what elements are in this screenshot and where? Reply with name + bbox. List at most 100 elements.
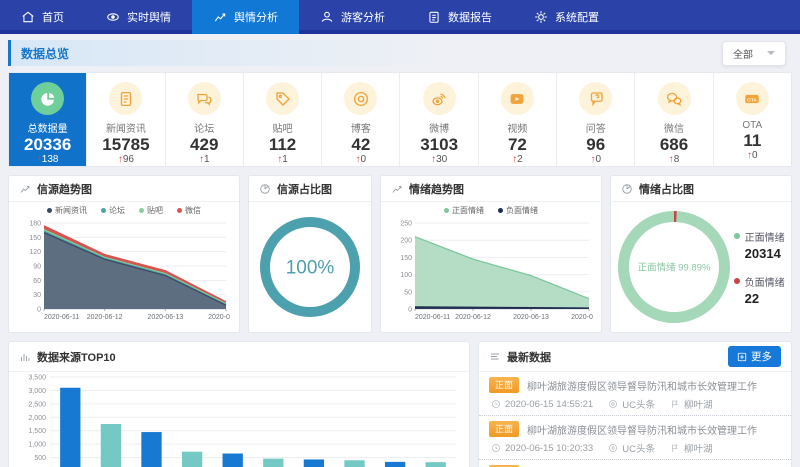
news-location: 柳叶湖 (684, 397, 713, 411)
news-title[interactable]: 柳叶湖旅游度假区领导督导防汛和城市长效管理工作 (527, 378, 757, 393)
news-title[interactable]: 柳叶湖旅游度假区领导督导防汛和城市长效管理工作 (527, 422, 757, 437)
legend-item[interactable]: 正面情绪 (444, 205, 484, 216)
list-item[interactable]: 正面 柳叶湖旅游度假区领导督导防汛和城市长效管理工作 2020-06-15 10… (479, 416, 791, 460)
panel-title: 信源占比图 (277, 181, 332, 197)
question-answer-icon (587, 90, 605, 108)
stat-value: 96 (586, 135, 605, 154)
stat-delta: 1 (282, 154, 288, 165)
legend-item[interactable]: 论坛 (101, 205, 125, 216)
svg-text:250: 250 (400, 221, 412, 228)
svg-text:2020-06-11: 2020-06-11 (415, 314, 450, 321)
more-button[interactable]: 更多 (728, 346, 781, 367)
panel-title: 信源趋势图 (37, 181, 92, 197)
stat-delta: 96 (123, 154, 134, 165)
stat-delta: 30 (436, 154, 447, 165)
sentiment-share-legend: 正面情绪 20314 负面情绪 22 (734, 229, 785, 306)
bottom-panels-row: 数据来源TOP10 05001,0001,5002,0002,5003,0003… (8, 341, 792, 467)
svg-text:500: 500 (34, 455, 46, 462)
nav-item-settings[interactable]: 系统配置 (513, 0, 620, 34)
stat-card-blog[interactable]: 博客 42 ↑0 (322, 73, 400, 166)
svg-text:2020-06-11: 2020-06-11 (44, 314, 79, 321)
nav-label: 系统配置 (555, 9, 599, 25)
stat-card-news[interactable]: 新闻资讯 15785 ↑96 (87, 73, 165, 166)
svg-text:OTA: OTA (747, 97, 757, 103)
nav-label: 实时舆情 (127, 9, 171, 25)
video-play-icon (508, 90, 526, 108)
panel-latest-data: 最新数据 更多 正面 柳叶湖旅游度假区领导督导防汛和城市长效管理工作 2020-… (478, 341, 792, 467)
top10-bar-chart: 05001,0001,5002,0002,5003,0003,500新浪微博百家… (16, 372, 462, 467)
stat-delta: 0 (361, 154, 367, 165)
panel-title: 情绪趋势图 (409, 181, 464, 197)
nav-item-report[interactable]: 数据报告 (406, 0, 513, 34)
middle-panels-row: 信源趋势图 新闻资讯论坛贴吧微信 03060901201501802020-06… (8, 175, 792, 333)
news-source: UC头条 (622, 397, 655, 411)
source-icon (608, 399, 618, 409)
stat-card-tieba[interactable]: 贴吧 112 ↑1 (244, 73, 322, 166)
stat-label: 视频 (507, 120, 527, 135)
pie-icon (621, 183, 633, 195)
svg-text:2020-06-13: 2020-06-13 (513, 314, 549, 321)
panel-top10: 数据来源TOP10 05001,0001,5002,0002,5003,0003… (8, 341, 470, 467)
svg-text:30: 30 (33, 292, 41, 299)
svg-text:2020-06-12: 2020-06-12 (87, 314, 123, 321)
stat-label: 微信 (664, 120, 684, 135)
clock-icon (491, 399, 501, 409)
location-flag-icon (670, 399, 680, 409)
svg-text:100%: 100% (286, 258, 335, 279)
sentiment-trend-legend: 正面情绪 负面情绪 (381, 202, 601, 218)
svg-text:1,500: 1,500 (28, 428, 46, 435)
stat-label: 微博 (429, 120, 449, 135)
stat-label: 博客 (351, 120, 371, 135)
stat-delta: 0 (595, 154, 601, 165)
home-icon (21, 10, 35, 24)
stat-card-wechat[interactable]: 微信 686 ↑8 (635, 73, 713, 166)
stat-label: 新闻资讯 (106, 120, 146, 135)
panel-sentiment-trend: 情绪趋势图 正面情绪负面情绪 0501001502002502020-06-11… (380, 175, 602, 333)
nav-item-analysis[interactable]: 舆情分析 (192, 0, 299, 34)
stat-delta: 1 (204, 154, 210, 165)
list-item[interactable]: 正面 柳叶湖旅游度假区领导督导防汛和城市长效管理工作 2020-06-15 14… (479, 372, 791, 416)
legend-dot (734, 278, 740, 284)
ota-badge-icon: OTA (743, 90, 761, 108)
section-bar: 数据总览 全部 (8, 40, 792, 66)
news-doc-icon (117, 90, 135, 108)
legend-item[interactable]: 微信 (177, 205, 201, 216)
stat-card-total[interactable]: 总数据量 20336 ↑138 (9, 73, 87, 166)
sentiment-badge: 正面 (489, 421, 519, 437)
panel-title: 最新数据 (507, 349, 551, 365)
legend-item-negative[interactable]: 负面情绪 22 (734, 274, 785, 306)
list-item[interactable]: 正面 【柳叶湖】常德柳叶湖集城、湖、山、洲为一体，是天然造化的生态综合景区… 2… (479, 460, 791, 467)
filter-dropdown[interactable]: 全部 (722, 41, 786, 66)
pie-icon (259, 183, 271, 195)
forum-bubbles-icon (195, 90, 213, 108)
legend-item[interactable]: 贴吧 (139, 205, 163, 216)
legend-item[interactable]: 负面情绪 (498, 205, 538, 216)
stat-cards-row: 总数据量 20336 ↑138 新闻资讯 15785 ↑96 论坛 429 ↑1… (8, 72, 792, 167)
svg-text:50: 50 (404, 289, 412, 296)
source-icon (608, 443, 618, 453)
negative-count: 22 (745, 291, 785, 306)
svg-text:200: 200 (400, 238, 412, 245)
stat-card-ota[interactable]: OTA OTA 11 ↑0 (714, 73, 791, 166)
svg-text:2020-06-14: 2020-06-14 (571, 314, 593, 321)
svg-text:2020-06-12: 2020-06-12 (455, 314, 491, 321)
weibo-icon (430, 90, 448, 108)
svg-text:3,500: 3,500 (28, 375, 46, 382)
stat-card-forum[interactable]: 论坛 429 ↑1 (166, 73, 244, 166)
bar-chart-icon (19, 351, 31, 363)
source-trend-chart: 03060901201501802020-06-112020-06-122020… (18, 218, 230, 322)
stat-card-qa[interactable]: 问答 96 ↑0 (557, 73, 635, 166)
legend-item-positive[interactable]: 正面情绪 20314 (734, 229, 785, 261)
legend-item[interactable]: 新闻资讯 (47, 205, 87, 216)
source-trend-legend: 新闻资讯 论坛 贴吧 微信 (9, 202, 239, 218)
stat-card-video[interactable]: 视频 72 ↑2 (479, 73, 557, 166)
nav-item-realtime[interactable]: 实时舆情 (85, 0, 192, 34)
trend-chart-icon (391, 183, 403, 195)
stat-card-weibo[interactable]: 微博 3103 ↑30 (400, 73, 478, 166)
nav-item-home[interactable]: 首页 (0, 0, 85, 34)
stat-value: 112 (269, 135, 296, 154)
stat-value: 3103 (420, 135, 458, 154)
nav-item-visitor[interactable]: 游客分析 (299, 0, 406, 34)
stat-label: 总数据量 (28, 120, 68, 135)
source-share-donut: 100% (259, 216, 361, 318)
